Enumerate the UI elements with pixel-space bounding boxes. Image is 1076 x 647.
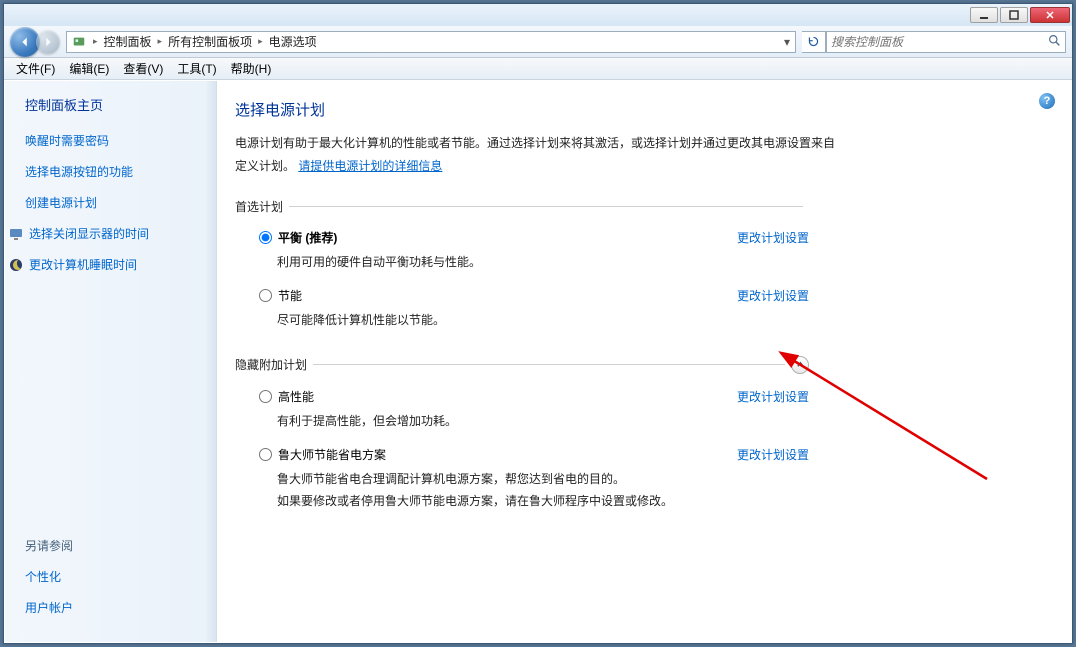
plan-desc: 有利于提高性能，但会增加功耗。 bbox=[277, 411, 737, 433]
menu-file[interactable]: 文件(F) bbox=[10, 58, 61, 79]
annotation-arrow bbox=[777, 349, 997, 489]
plan-radio-saver[interactable]: 节能 bbox=[259, 287, 737, 304]
sidebar-link-create-plan[interactable]: 创建电源计划 bbox=[25, 194, 204, 211]
plan-desc: 利用可用的硬件自动平衡功耗与性能。 bbox=[277, 252, 737, 274]
page-title: 选择电源计划 bbox=[235, 99, 1041, 120]
plan-radio-highperf[interactable]: 高性能 bbox=[259, 388, 737, 405]
content-area: ? 选择电源计划 电源计划有助于最大化计算机的性能或者节能。通过选择计划来将其激… bbox=[217, 81, 1071, 642]
section-hidden: 隐藏附加计划 bbox=[235, 356, 809, 374]
monitor-icon bbox=[9, 227, 23, 241]
help-button[interactable]: ? bbox=[1039, 93, 1055, 109]
plan-desc: 鲁大师节能省电合理调配计算机电源方案，帮您达到省电的目的。 如果要修改或者停用鲁… bbox=[277, 469, 737, 512]
address-bar[interactable]: ▸ 控制面板 ▸ 所有控制面板项 ▸ 电源选项 ▾ bbox=[66, 31, 796, 53]
sidebar-link-wake-password[interactable]: 唤醒时需要密码 bbox=[25, 132, 204, 149]
moon-icon bbox=[9, 258, 23, 272]
search-box[interactable] bbox=[826, 31, 1066, 53]
plan-name: 高性能 bbox=[278, 388, 314, 405]
menubar: 文件(F) 编辑(E) 查看(V) 工具(T) 帮助(H) bbox=[4, 58, 1072, 80]
section-label-text: 首选计划 bbox=[235, 198, 283, 215]
desc-info-link[interactable]: 请提供电源计划的详细信息 bbox=[298, 159, 442, 173]
plan-row-ludashi: 鲁大师节能省电方案 鲁大师节能省电合理调配计算机电源方案，帮您达到省电的目的。 … bbox=[235, 446, 809, 512]
sidebar-link-display-off[interactable]: 选择关闭显示器的时间 bbox=[9, 225, 204, 242]
radio-input[interactable] bbox=[259, 231, 272, 244]
chevron-up-icon bbox=[796, 360, 805, 369]
menu-help[interactable]: 帮助(H) bbox=[225, 58, 278, 79]
change-plan-link[interactable]: 更改计划设置 bbox=[737, 231, 809, 245]
address-dropdown-icon[interactable]: ▾ bbox=[779, 35, 795, 49]
refresh-button[interactable] bbox=[802, 31, 826, 53]
plan-row-saver: 节能 尽可能降低计算机性能以节能。 更改计划设置 bbox=[235, 287, 809, 332]
breadcrumb-power-options[interactable]: 电源选项 bbox=[265, 32, 321, 52]
sidebar-see-also: 另请参阅 bbox=[25, 537, 196, 554]
plan-radio-balanced[interactable]: 平衡 (推荐) bbox=[259, 229, 737, 246]
page-description: 电源计划有助于最大化计算机的性能或者节能。通过选择计划来将其激活，或选择计划并通… bbox=[235, 132, 845, 178]
close-button[interactable] bbox=[1030, 7, 1070, 23]
sidebar-link-user-accounts[interactable]: 用户帐户 bbox=[25, 599, 196, 616]
chevron-right-icon: ▸ bbox=[256, 36, 265, 47]
change-plan-link[interactable]: 更改计划设置 bbox=[737, 289, 809, 303]
plan-row-balanced: 平衡 (推荐) 利用可用的硬件自动平衡功耗与性能。 更改计划设置 bbox=[235, 229, 809, 274]
sidebar-link-button-action[interactable]: 选择电源按钮的功能 bbox=[25, 163, 204, 180]
sidebar-home[interactable]: 控制面板主页 bbox=[25, 95, 204, 114]
separator bbox=[313, 364, 785, 365]
sidebar-link-sleep-time[interactable]: 更改计算机睡眠时间 bbox=[9, 256, 204, 273]
plan-name: 鲁大师节能省电方案 bbox=[278, 446, 386, 463]
body: 控制面板主页 唤醒时需要密码 选择电源按钮的功能 创建电源计划 选择关闭显示器的… bbox=[5, 81, 1071, 642]
minimize-button[interactable] bbox=[970, 7, 998, 23]
chevron-right-icon: ▸ bbox=[91, 36, 100, 47]
forward-button[interactable] bbox=[36, 30, 60, 54]
plan-name: 节能 bbox=[278, 287, 302, 304]
section-label-text: 隐藏附加计划 bbox=[235, 356, 307, 373]
titlebar bbox=[4, 4, 1072, 26]
control-panel-window: ▸ 控制面板 ▸ 所有控制面板项 ▸ 电源选项 ▾ 文件(F) 编辑(E) 查看… bbox=[3, 3, 1073, 644]
plan-row-highperf: 高性能 有利于提高性能，但会增加功耗。 更改计划设置 bbox=[235, 388, 809, 433]
sidebar-link-label: 选择关闭显示器的时间 bbox=[29, 225, 149, 242]
sidebar-link-label: 更改计算机睡眠时间 bbox=[29, 256, 137, 273]
collapse-button[interactable] bbox=[791, 356, 809, 374]
sidebar: 控制面板主页 唤醒时需要密码 选择电源按钮的功能 创建电源计划 选择关闭显示器的… bbox=[5, 81, 217, 642]
plan-name: 平衡 (推荐) bbox=[278, 229, 337, 246]
navigation-bar: ▸ 控制面板 ▸ 所有控制面板项 ▸ 电源选项 ▾ bbox=[4, 26, 1072, 58]
search-icon[interactable] bbox=[1048, 34, 1061, 50]
breadcrumb-control-panel[interactable]: 控制面板 bbox=[100, 32, 156, 52]
radio-input[interactable] bbox=[259, 289, 272, 302]
menu-tools[interactable]: 工具(T) bbox=[171, 58, 222, 79]
breadcrumb-all-items[interactable]: 所有控制面板项 bbox=[164, 32, 256, 52]
radio-input[interactable] bbox=[259, 390, 272, 403]
plan-desc: 尽可能降低计算机性能以节能。 bbox=[277, 310, 737, 332]
chevron-right-icon: ▸ bbox=[156, 36, 165, 47]
maximize-button[interactable] bbox=[1000, 7, 1028, 23]
radio-input[interactable] bbox=[259, 448, 272, 461]
change-plan-link[interactable]: 更改计划设置 bbox=[737, 390, 809, 404]
menu-edit[interactable]: 编辑(E) bbox=[63, 58, 115, 79]
change-plan-link[interactable]: 更改计划设置 bbox=[737, 448, 809, 462]
address-icon bbox=[71, 34, 87, 50]
menu-view[interactable]: 查看(V) bbox=[117, 58, 169, 79]
search-input[interactable] bbox=[831, 35, 1048, 49]
sidebar-link-personalize[interactable]: 个性化 bbox=[25, 568, 196, 585]
plan-radio-ludashi[interactable]: 鲁大师节能省电方案 bbox=[259, 446, 737, 463]
section-preferred: 首选计划 bbox=[235, 198, 809, 215]
separator bbox=[289, 206, 803, 207]
